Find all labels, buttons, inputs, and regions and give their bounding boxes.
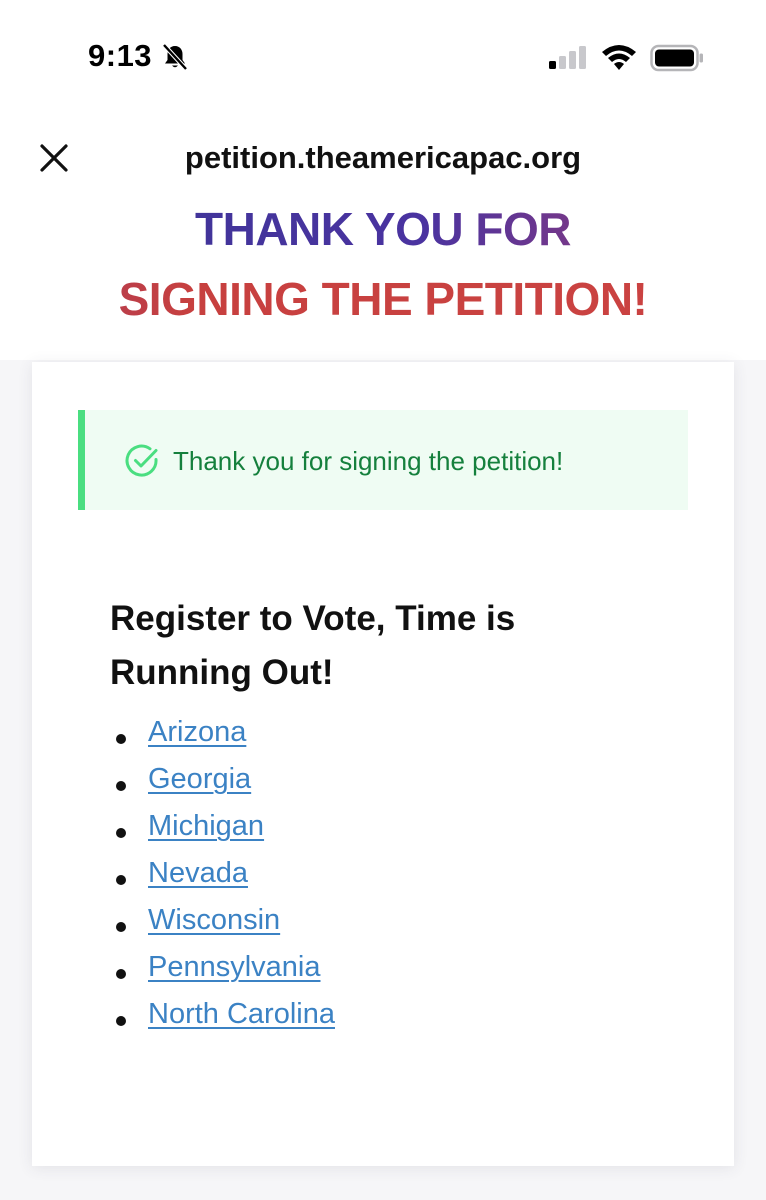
state-link-arizona[interactable]: Arizona [148, 716, 246, 748]
list-item: Nevada [110, 857, 335, 904]
battery-icon [650, 44, 703, 72]
state-link-pennsylvania[interactable]: Pennsylvania [148, 951, 321, 983]
alert-text: Thank you for signing the petition! [173, 446, 564, 476]
bullet [116, 922, 126, 932]
content-card: Thank you for signing the petition! Regi… [32, 362, 734, 1166]
success-alert: Thank you for signing the petition! [78, 410, 688, 510]
list-item: Georgia [110, 763, 335, 810]
page-url: petition.theamericapac.org [184, 140, 582, 175]
list-item: Arizona [110, 716, 335, 763]
bullet [116, 1016, 126, 1026]
hero-heading: THANK YOU FOR SIGNING THE PETITION! [0, 200, 766, 360]
browser-header: petition.theamericapac.org [0, 110, 766, 200]
list-item: Michigan [110, 810, 335, 857]
status-bar: 9:13 [0, 0, 766, 110]
state-link-michigan[interactable]: Michigan [148, 810, 264, 842]
register-heading: Register to Vote, Time is Running Out! [110, 599, 516, 692]
state-link-wisconsin[interactable]: Wisconsin [148, 904, 280, 936]
hero-line-1: THANK YOU FOR [0, 202, 766, 256]
phone-screen: 9:13 petition.theamericapac.org THANK YO… [0, 0, 766, 1200]
check-circle-icon [125, 444, 158, 477]
list-item: Pennsylvania [110, 951, 335, 998]
hero-line-2: SIGNING THE PETITION! [0, 272, 766, 326]
list-item: Wisconsin [110, 904, 335, 951]
bullet [116, 781, 126, 791]
bullet [116, 828, 126, 838]
wifi-icon [602, 45, 636, 70]
list-item: North Carolina [110, 998, 335, 1045]
state-link-north-carolina[interactable]: North Carolina [148, 998, 335, 1030]
state-link-nevada[interactable]: Nevada [148, 857, 248, 889]
bullet [116, 875, 126, 885]
bullet [116, 734, 126, 744]
status-time: 9:13 [88, 38, 153, 73]
state-link-georgia[interactable]: Georgia [148, 763, 251, 795]
bullet [116, 969, 126, 979]
bell-muted-icon [162, 43, 188, 71]
cellular-signal-icon [549, 46, 586, 69]
state-list: Arizona Georgia Michigan Nevada Wisconsi… [110, 716, 335, 1045]
